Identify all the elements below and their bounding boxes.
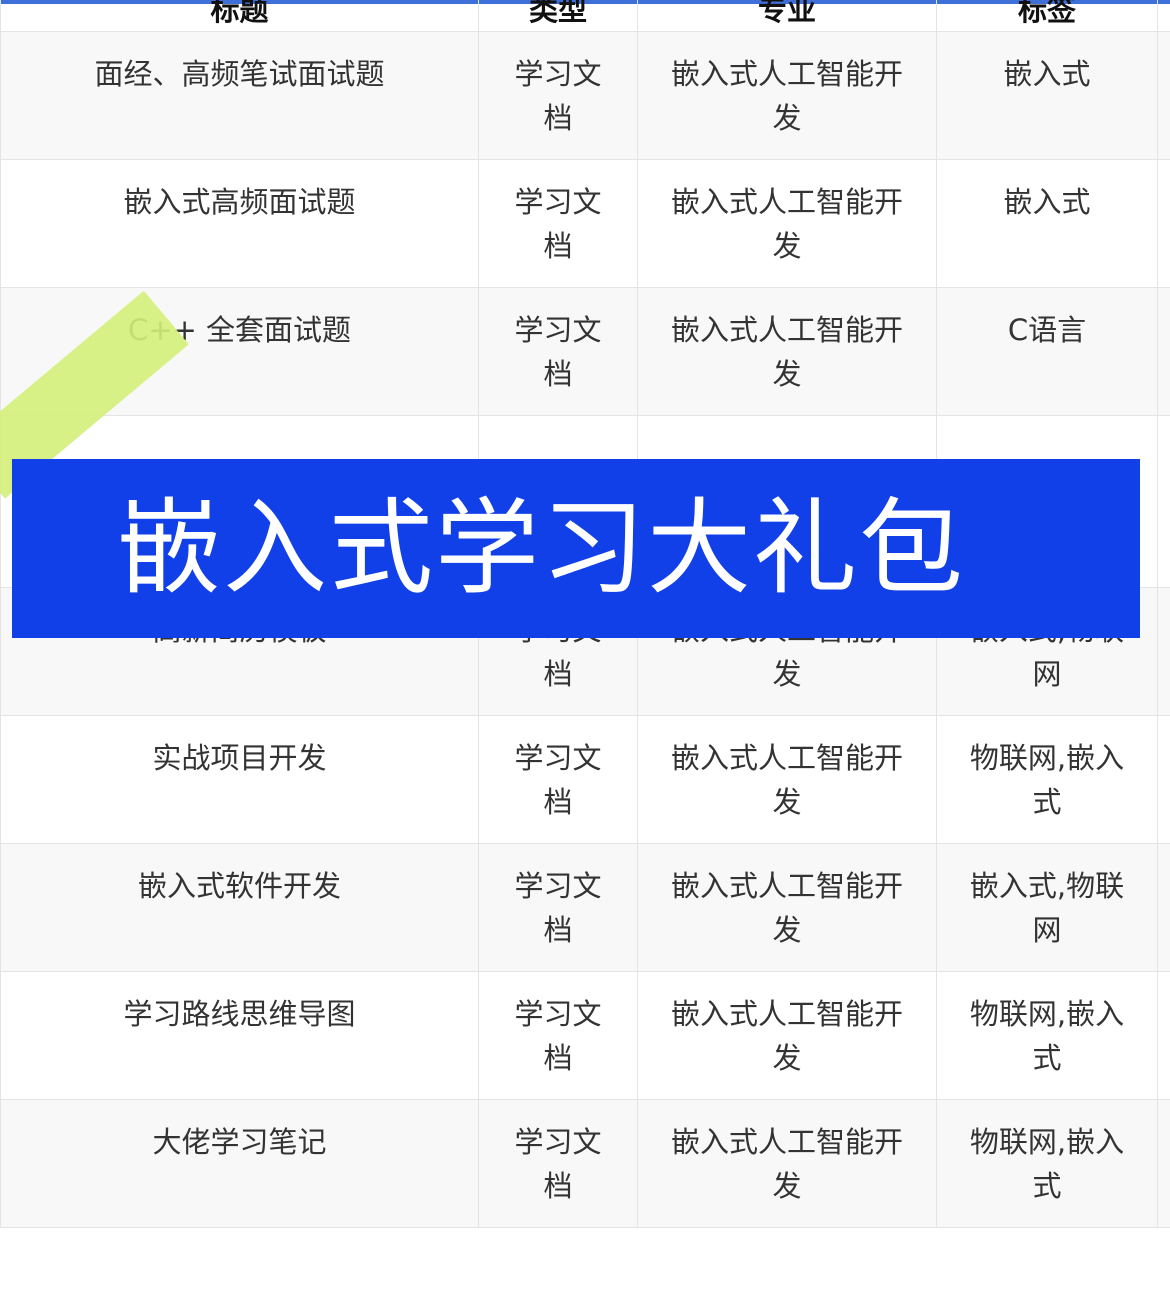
cell-tags: 嵌入式,物联网 [936,843,1158,972]
table-header: 标题 类型 专业 标签 [0,0,1170,32]
type-text: 学习文档 [514,313,602,391]
type-text: 学习文档 [514,997,602,1075]
cell-tags: C语言 [936,287,1158,416]
header-major[interactable]: 专业 [637,0,937,32]
major-text: 嵌入式人工智能开发 [670,1125,903,1203]
type-text: 学习文档 [514,741,602,819]
cell-title: 学习路线思维导图 [0,971,479,1100]
tags-text: C语言 [1007,313,1087,347]
cell-major: 嵌入式人工智能开发 [637,159,937,288]
major-text: 嵌入式人工智能开发 [670,869,903,947]
cell-type: 学习文档 [478,971,638,1100]
cell-title: 嵌入式软件开发 [0,843,479,972]
type-text: 学习文档 [514,57,602,135]
major-text: 嵌入式人工智能开发 [670,997,903,1075]
cell-type: 学习文档 [478,715,638,844]
cell-extra [1157,971,1170,1100]
table-row[interactable]: 学习路线思维导图 学习文档 嵌入式人工智能开发 物联网,嵌入式 [0,971,1170,1100]
cell-title: 大佬学习笔记 [0,1099,479,1228]
title-text: 面经、高频笔试面试题 [94,57,385,91]
tags-text: 嵌入式 [1003,57,1091,91]
type-text: 学习文档 [514,869,602,947]
tags-text: 物联网,嵌入式 [969,1125,1125,1203]
type-text: 学习文档 [514,185,602,263]
promo-banner: 嵌入式学习大礼包 [12,459,1140,638]
cell-extra [1157,587,1170,716]
major-text: 嵌入式人工智能开发 [670,741,903,819]
cell-type: 学习文档 [478,1099,638,1228]
cell-tags: 物联网,嵌入式 [936,971,1158,1100]
cell-major: 嵌入式人工智能开发 [637,31,937,160]
type-text: 学习文档 [514,1125,602,1203]
cell-type: 学习文档 [478,287,638,416]
cell-extra [1157,843,1170,972]
major-text: 嵌入式人工智能开发 [670,313,903,391]
tags-text: 嵌入式,物联网 [969,869,1125,947]
table-row[interactable]: 大佬学习笔记 学习文档 嵌入式人工智能开发 物联网,嵌入式 [0,1099,1170,1228]
major-text: 嵌入式人工智能开发 [670,185,903,263]
tags-text: 物联网,嵌入式 [969,741,1125,819]
cell-type: 学习文档 [478,843,638,972]
major-text: 嵌入式人工智能开发 [670,57,903,135]
table-row[interactable]: 面经、高频笔试面试题 学习文档 嵌入式人工智能开发 嵌入式 [0,31,1170,160]
header-tags[interactable]: 标签 [936,0,1158,32]
table-row[interactable]: 实战项目开发 学习文档 嵌入式人工智能开发 物联网,嵌入式 [0,715,1170,844]
table-row[interactable]: 嵌入式高频面试题 学习文档 嵌入式人工智能开发 嵌入式 [0,159,1170,288]
cell-title: 实战项目开发 [0,715,479,844]
cell-type: 学习文档 [478,31,638,160]
cell-extra [1157,159,1170,288]
title-text: 实战项目开发 [152,741,327,775]
cell-type: 学习文档 [478,159,638,288]
cell-tags: 嵌入式 [936,31,1158,160]
title-text: 嵌入式软件开发 [137,869,341,903]
cell-title: 嵌入式高频面试题 [0,159,479,288]
header-extra [1157,0,1170,32]
cell-major: 嵌入式人工智能开发 [637,843,937,972]
table-row[interactable]: 嵌入式软件开发 学习文档 嵌入式人工智能开发 嵌入式,物联网 [0,843,1170,972]
header-title[interactable]: 标题 [0,0,479,32]
cell-tags: 物联网,嵌入式 [936,715,1158,844]
cell-major: 嵌入式人工智能开发 [637,971,937,1100]
cell-extra [1157,1099,1170,1228]
title-text: 嵌入式高频面试题 [123,185,356,219]
cell-extra [1157,415,1170,588]
cell-tags: 物联网,嵌入式 [936,1099,1158,1228]
cell-major: 嵌入式人工智能开发 [637,287,937,416]
cell-extra [1157,715,1170,844]
title-text: 学习路线思维导图 [123,997,356,1031]
cell-major: 嵌入式人工智能开发 [637,1099,937,1228]
cell-major: 嵌入式人工智能开发 [637,715,937,844]
tags-text: 物联网,嵌入式 [969,997,1125,1075]
cell-extra [1157,31,1170,160]
header-type[interactable]: 类型 [478,0,638,32]
cell-extra [1157,287,1170,416]
cell-title: 面经、高频笔试面试题 [0,31,479,160]
title-text: 大佬学习笔记 [152,1125,327,1159]
tags-text: 嵌入式 [1003,185,1091,219]
cell-tags: 嵌入式 [936,159,1158,288]
